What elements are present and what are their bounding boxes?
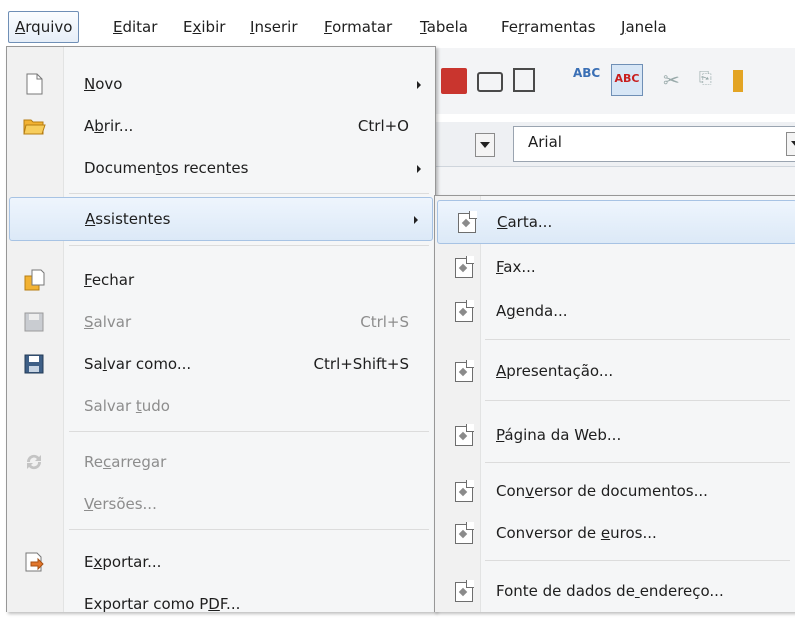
menu-tabela[interactable]: Tabela (413, 12, 475, 42)
submenu-item-fax[interactable]: Fax... (435, 246, 795, 288)
export-pdf-icon[interactable] (441, 68, 467, 94)
submenu-item-pagina-web[interactable]: Página da Web... (435, 414, 795, 456)
menu-inserir[interactable]: Inserir (243, 12, 305, 42)
submenu-item-label: Página da Web... (496, 426, 622, 444)
submenu-arrow (417, 81, 421, 89)
save-icon (24, 312, 44, 332)
submenu-item-label: Fax... (496, 258, 536, 276)
menu-ferramentas[interactable]: Ferramentas (494, 12, 603, 42)
submenu-item-agenda[interactable]: Agenda... (435, 290, 795, 332)
menu-item-label: Fechar (84, 271, 135, 289)
menu-item-abrir[interactable]: Abrir... Ctrl+O (7, 105, 435, 147)
menu-item-novo[interactable]: Novo (7, 63, 435, 105)
menu-item-salvar-como[interactable]: Salvar como... Ctrl+Shift+S (7, 343, 435, 385)
spellcheck-icon[interactable]: ABC (573, 66, 600, 92)
menu-formatar[interactable]: Formatar (317, 12, 399, 42)
wizard-icon (455, 360, 474, 382)
wizard-icon (455, 256, 474, 278)
submenu-item-label: Agenda... (496, 302, 568, 320)
menu-item-documentos-recentes[interactable]: Documentos recentes (7, 147, 435, 189)
submenu-separator (485, 400, 790, 401)
submenu-item-fonte-dados-endereco[interactable]: Fonte de dados de endereço... (435, 570, 795, 612)
wizards-submenu: Carta... Fax... Agenda... Apresentação..… (434, 195, 795, 612)
menu-item-exportar-pdf[interactable]: Exportar como PDF... (7, 583, 435, 625)
menu-item-label: Recarregar (84, 453, 167, 471)
print-icon[interactable] (477, 72, 503, 92)
menu-item-label: Assistentes (85, 210, 171, 228)
submenu-item-label: Apresentação... (496, 362, 614, 380)
menu-item-salvar[interactable]: Salvar Ctrl+S (7, 301, 435, 343)
font-dropdown-arrow[interactable] (786, 132, 795, 156)
cut-icon[interactable]: ✂ (663, 68, 689, 94)
menu-separator (69, 529, 429, 530)
menubar: Arquivo Editar Exibir Inserir Formatar T… (0, 0, 795, 48)
submenu-arrow (414, 216, 418, 224)
print-preview-icon[interactable] (513, 68, 535, 92)
menu-item-label: Documentos recentes (84, 159, 249, 177)
menu-item-fechar[interactable]: Fechar (7, 259, 435, 301)
submenu-item-label: Carta... (497, 213, 553, 231)
menu-arquivo[interactable]: Arquivo (8, 11, 80, 43)
menu-item-label: Salvar (84, 313, 132, 331)
submenu-separator (485, 462, 790, 463)
menu-item-exportar[interactable]: Exportar... (7, 541, 435, 583)
wizard-icon (455, 424, 474, 446)
menu-item-label: Salvar como... (84, 355, 192, 373)
menu-item-salvar-tudo[interactable]: Salvar tudo (7, 385, 435, 427)
reload-icon (26, 454, 42, 470)
menu-item-shortcut: Ctrl+Shift+S (313, 355, 409, 373)
submenu-separator (485, 560, 790, 561)
menu-item-label: Salvar tudo (84, 397, 170, 415)
menu-separator (69, 193, 429, 194)
submenu-item-conversor-documentos[interactable]: Conversor de documentos... (435, 470, 795, 512)
font-name-box[interactable]: Arial (513, 126, 795, 162)
save-as-icon (24, 354, 44, 374)
file-menu: Novo Abrir... Ctrl+O Documentos recentes … (6, 46, 436, 613)
wizard-icon (455, 480, 474, 502)
export-icon (25, 552, 44, 572)
menu-exibir[interactable]: Exibir (176, 12, 232, 42)
wizard-icon (458, 211, 477, 233)
menu-item-label: Abrir... (84, 117, 134, 135)
open-folder-icon (23, 119, 46, 135)
submenu-arrow (417, 165, 421, 173)
wizard-icon (455, 300, 474, 322)
menu-separator (69, 431, 429, 432)
submenu-item-label: Conversor de euros... (496, 524, 657, 542)
standard-toolbar: ABC ABC ✂ ⎘ (433, 48, 795, 114)
menu-item-label: Novo (84, 75, 123, 93)
menu-item-label: Versões... (84, 495, 157, 513)
submenu-item-carta[interactable]: Carta... (437, 200, 795, 244)
paste-icon[interactable] (733, 70, 743, 92)
submenu-item-label: Fonte de dados de endereço... (496, 582, 724, 600)
copy-icon[interactable]: ⎘ (699, 68, 725, 94)
menu-janela[interactable]: Janela (614, 12, 674, 42)
menu-item-shortcut: Ctrl+O (357, 117, 409, 135)
menu-separator (69, 245, 429, 246)
menu-editar[interactable]: Editar (106, 12, 164, 42)
menu-item-label: Exportar... (84, 553, 162, 571)
menu-item-shortcut: Ctrl+S (360, 313, 409, 331)
new-document-icon (26, 73, 43, 95)
autospellcheck-icon[interactable]: ABC (611, 64, 643, 96)
submenu-separator (485, 339, 790, 340)
menu-item-label: Exportar como PDF... (84, 595, 241, 613)
style-dropdown-arrow[interactable] (475, 133, 495, 157)
submenu-item-label: Conversor de documentos... (496, 482, 708, 500)
ruler (433, 166, 795, 195)
submenu-item-apresentacao[interactable]: Apresentação... (435, 350, 795, 392)
submenu-item-conversor-euros[interactable]: Conversor de euros... (435, 512, 795, 554)
wizard-icon (455, 522, 474, 544)
font-name-value: Arial (528, 133, 562, 151)
menu-item-versoes[interactable]: Versões... (7, 483, 435, 525)
menu-item-recarregar[interactable]: Recarregar (7, 441, 435, 483)
menu-item-assistentes[interactable]: Assistentes (9, 197, 433, 241)
wizard-icon (455, 580, 474, 602)
close-document-icon (24, 269, 45, 291)
